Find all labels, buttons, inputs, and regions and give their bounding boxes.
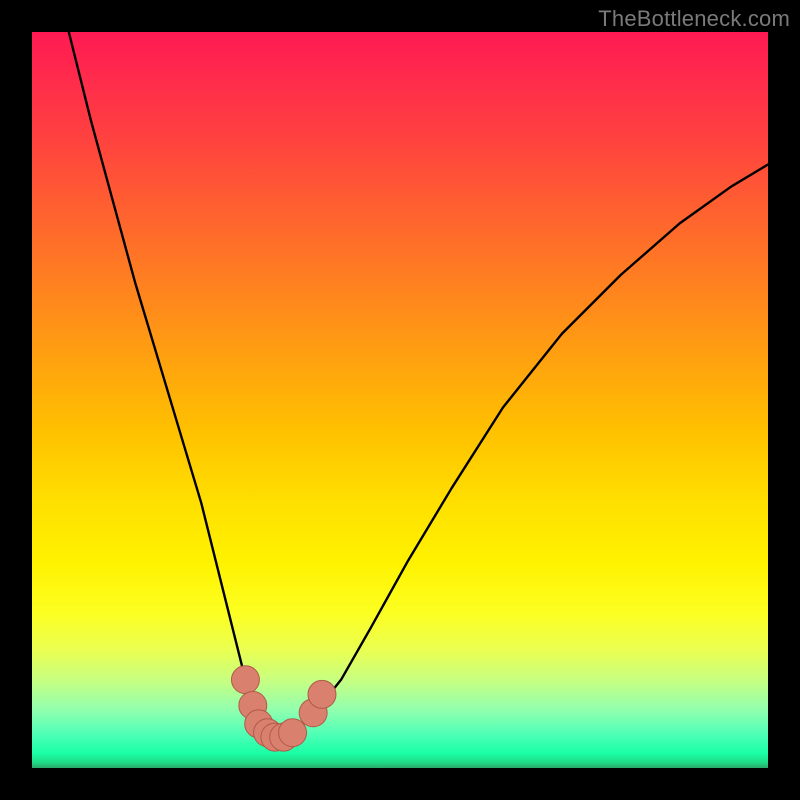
- bottleneck-curve: [69, 32, 768, 739]
- frame: TheBottleneck.com: [0, 0, 800, 800]
- marker-right-cluster-high: [308, 680, 336, 708]
- plot-area: [32, 32, 768, 768]
- marker-group: [231, 666, 335, 751]
- watermark-text: TheBottleneck.com: [598, 6, 790, 32]
- marker-trough-3: [279, 719, 307, 747]
- marker-left-cluster-top: [231, 666, 259, 694]
- curve-layer: [32, 32, 768, 768]
